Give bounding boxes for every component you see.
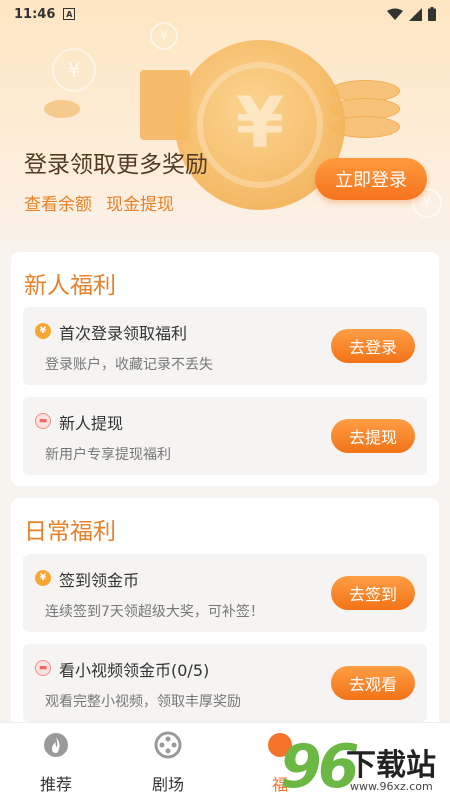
check-balance-link[interactable]: 查看余额	[24, 190, 92, 215]
flame-icon	[42, 731, 70, 759]
go-watch-button[interactable]: 去观看	[331, 666, 415, 700]
task-card: ▬ 看小视频领金币(0/5) 观看完整小视频，领取丰厚奖励 去观看	[23, 644, 427, 722]
task-desc: 登录账户，收藏记录不丢失	[45, 357, 213, 373]
section-daily-benefits: 日常福利 ¥ 签到领金币 连续签到7天领超级大奖，可补签！ 去签到 ▬ 看小视频…	[11, 498, 439, 728]
notification-icon: A	[63, 8, 76, 20]
cash-withdraw-link[interactable]: 现金提现	[106, 190, 174, 215]
go-checkin-button[interactable]: 去签到	[331, 576, 415, 610]
login-button[interactable]: 立即登录	[315, 158, 427, 200]
tab-label: 剧场	[151, 775, 184, 794]
film-reel-icon	[154, 731, 182, 759]
status-icons	[387, 7, 436, 21]
task-card: ¥ 签到领金币 连续签到7天领超级大奖，可补签！ 去签到	[23, 554, 427, 632]
section-title: 日常福利	[24, 519, 116, 545]
watermark-text: 下载站	[346, 748, 436, 783]
watermark-logo: 96 下载站 www.96xz.com	[280, 730, 450, 800]
watermark-number: 96	[280, 732, 359, 800]
task-desc: 观看完整小视频，领取丰厚奖励	[45, 694, 241, 710]
task-card: ▬ 新人提现 新用户专享提现福利 去提现	[23, 397, 427, 475]
watermark-url: www.96xz.com	[350, 780, 433, 793]
task-desc: 连续签到7天领超级大奖，可补签！	[45, 604, 264, 620]
task-title: 首次登录领取福利	[59, 324, 188, 343]
task-title: 看小视频领金币(0/5)	[59, 661, 210, 680]
red-envelope-icon: ▬	[35, 660, 51, 676]
hero-banner: ¥ ¥ ¥ ¥ 登录领取更多奖励 查看余额 现金提现 立即登录	[0, 0, 450, 260]
coin-icon	[44, 100, 80, 118]
task-card: ¥ 首次登录领取福利 登录账户，收藏记录不丢失 去登录	[23, 307, 427, 385]
task-title: 新人提现	[59, 414, 124, 433]
faint-coin-icon: ¥	[52, 48, 96, 92]
battery-icon	[428, 7, 436, 21]
coin-icon: ¥	[35, 323, 51, 339]
hero-links: 查看余额 现金提现	[24, 190, 174, 215]
task-title: 签到领金币	[59, 571, 140, 590]
status-time: 11:46	[14, 6, 56, 22]
section-newcomer-benefits: 新人福利 ¥ 首次登录领取福利 登录账户，收藏记录不丢失 去登录 ▬ 新人提现 …	[11, 252, 439, 486]
status-bar: 11:46 A	[0, 0, 450, 28]
wifi-icon	[387, 8, 403, 20]
signal-icon	[409, 7, 422, 21]
tab-label: 推荐	[39, 775, 72, 794]
hero-title: 登录领取更多奖励	[24, 152, 208, 178]
go-login-button[interactable]: 去登录	[331, 329, 415, 363]
tab-recommend[interactable]: 推荐	[16, 731, 96, 795]
tab-theater[interactable]: 剧场	[128, 731, 208, 795]
section-title: 新人福利	[24, 273, 116, 299]
task-desc: 新用户专享提现福利	[45, 447, 171, 463]
coin-icon: ¥	[35, 570, 51, 586]
red-envelope-icon: ▬	[35, 413, 51, 429]
go-withdraw-button[interactable]: 去提现	[331, 419, 415, 453]
